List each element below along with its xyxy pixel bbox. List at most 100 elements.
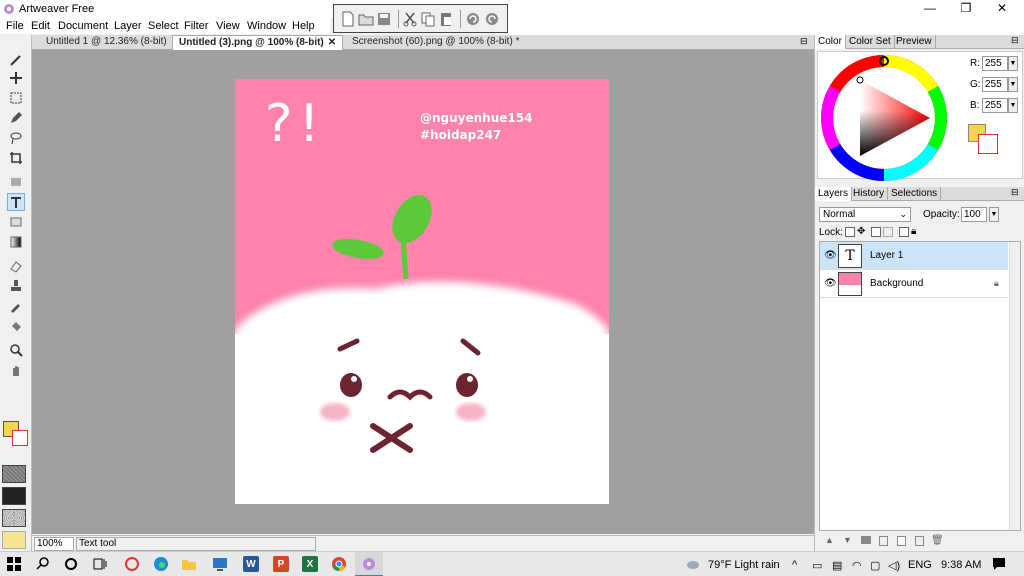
- gradient-tool[interactable]: [7, 233, 25, 251]
- canvas[interactable]: ?! @nguyenhue154 #hoidap247: [235, 79, 609, 504]
- eye-icon[interactable]: 👁︎: [824, 250, 837, 261]
- green-dropdown-icon[interactable]: ▼: [1008, 77, 1018, 92]
- undo-icon[interactable]: [465, 11, 481, 27]
- copy-icon[interactable]: [420, 11, 436, 27]
- layer-row-background[interactable]: 👁︎ Background 🔒︎: [820, 270, 1008, 298]
- network-icon[interactable]: ▤: [832, 559, 842, 572]
- blend-mode-select[interactable]: Normal ⌄: [819, 207, 911, 222]
- volume-icon[interactable]: ◁): [888, 559, 900, 572]
- battery-icon[interactable]: ▭: [812, 559, 822, 572]
- rectangle-select-tool[interactable]: [7, 89, 25, 107]
- powerpoint-icon[interactable]: P: [273, 556, 289, 572]
- new-file-icon[interactable]: [340, 11, 356, 27]
- tab-preview[interactable]: Preview: [893, 35, 936, 49]
- green-value-field[interactable]: 255: [982, 77, 1008, 92]
- menu-document[interactable]: Document: [58, 20, 108, 32]
- eyedropper-tool[interactable]: [7, 297, 25, 315]
- tab-selections[interactable]: Selections: [888, 187, 942, 201]
- maximize-button[interactable]: ❐: [948, 0, 984, 18]
- word-icon[interactable]: W: [243, 556, 259, 572]
- chrome-icon[interactable]: [331, 556, 347, 572]
- delete-layer-icon[interactable]: 🗑︎: [931, 535, 944, 546]
- menu-view[interactable]: View: [216, 20, 240, 32]
- layer-scrollbar[interactable]: [1009, 242, 1020, 530]
- menu-filter[interactable]: Filter: [184, 20, 208, 32]
- clock[interactable]: 9:38 AM: [941, 559, 981, 571]
- brush-preset-2[interactable]: [2, 487, 26, 505]
- brush-tool[interactable]: [7, 51, 25, 69]
- minimize-button[interactable]: —: [912, 0, 948, 18]
- menu-select[interactable]: Select: [148, 20, 179, 32]
- tab-history[interactable]: History: [850, 187, 889, 201]
- blue-dropdown-icon[interactable]: ▼: [1008, 98, 1018, 113]
- tab-menu-icon[interactable]: ⊟: [800, 36, 808, 47]
- cut-icon[interactable]: [402, 11, 418, 27]
- stamp-tool[interactable]: [7, 173, 25, 191]
- show-hidden-icons-icon[interactable]: ^: [792, 559, 797, 571]
- secondary-color-swatch[interactable]: [12, 430, 28, 446]
- menu-file[interactable]: File: [6, 20, 24, 32]
- layer-style-icon[interactable]: [861, 536, 871, 544]
- menu-edit[interactable]: Edit: [31, 20, 50, 32]
- lock-all-checkbox[interactable]: [899, 227, 909, 237]
- new-group-icon[interactable]: [879, 536, 888, 546]
- close-button[interactable]: ✕: [984, 0, 1020, 18]
- notifications-icon[interactable]: [991, 556, 1007, 572]
- open-folder-icon[interactable]: [358, 11, 374, 27]
- lock-position-checkbox[interactable]: [871, 227, 881, 237]
- eye-icon[interactable]: 👁︎: [824, 278, 837, 289]
- tab-color-set[interactable]: Color Set: [846, 35, 895, 49]
- tab-screenshot-60[interactable]: Screenshot (60).png @ 100% (8-bit) *: [346, 35, 525, 50]
- zoom-tool[interactable]: [7, 341, 25, 359]
- tab-untitled-1[interactable]: Untitled 1 @ 12.36% (8-bit): [40, 35, 173, 50]
- redo-icon[interactable]: [484, 11, 500, 27]
- zoom-field[interactable]: 100%: [34, 537, 74, 551]
- monitor-icon[interactable]: ▢: [870, 559, 880, 572]
- brush-preset-4[interactable]: [2, 531, 26, 549]
- crop-tool[interactable]: [7, 149, 25, 167]
- desktop-app-icon[interactable]: [212, 556, 228, 572]
- menu-layer[interactable]: Layer: [114, 20, 142, 32]
- lasso-tool[interactable]: [7, 129, 25, 147]
- excel-icon[interactable]: X: [302, 556, 318, 572]
- task-view-icon[interactable]: [92, 556, 108, 572]
- color-wheel[interactable]: [820, 54, 948, 182]
- recovery-app-icon[interactable]: [124, 556, 140, 572]
- duplicate-layer-icon[interactable]: [915, 536, 924, 546]
- wifi-icon[interactable]: ◠: [852, 559, 862, 572]
- tab-close-icon[interactable]: ✕: [328, 37, 336, 48]
- blue-value-field[interactable]: 255: [982, 98, 1008, 113]
- paste-icon[interactable]: [438, 11, 454, 27]
- red-dropdown-icon[interactable]: ▼: [1008, 56, 1018, 71]
- eraser-tool[interactable]: [7, 257, 25, 275]
- artweaver-taskbar-button[interactable]: [355, 552, 383, 576]
- clone-stamp-tool[interactable]: [7, 277, 25, 295]
- red-value-field[interactable]: 255: [982, 56, 1008, 71]
- search-icon[interactable]: [35, 556, 51, 572]
- opacity-dropdown-icon[interactable]: ▼: [989, 207, 999, 222]
- file-explorer-icon[interactable]: [181, 556, 197, 572]
- cortana-icon[interactable]: [63, 556, 79, 572]
- tab-layers[interactable]: Layers: [815, 187, 853, 201]
- color-swatches[interactable]: [3, 421, 29, 447]
- menu-window[interactable]: Window: [247, 20, 286, 32]
- brush-preset-1[interactable]: [2, 465, 26, 483]
- text-tool[interactable]: [7, 193, 25, 211]
- menu-help[interactable]: Help: [292, 20, 315, 32]
- weather-text[interactable]: 79°F Light rain: [708, 559, 780, 571]
- lock-transparency-checkbox[interactable]: [845, 227, 855, 237]
- panel-menu-icon[interactable]: ⊟: [1011, 35, 1019, 46]
- windows-start-icon[interactable]: [6, 556, 22, 572]
- layers-panel-menu-icon[interactable]: ⊟: [1011, 187, 1019, 198]
- tab-untitled-3[interactable]: Untitled (3).png @ 100% (8-bit) ✕: [172, 35, 344, 50]
- fill-tool[interactable]: [7, 317, 25, 335]
- edge-browser-icon[interactable]: [153, 556, 169, 572]
- brush-preset-3[interactable]: [2, 509, 26, 527]
- save-icon[interactable]: [376, 11, 392, 27]
- language-indicator[interactable]: ENG: [908, 559, 932, 571]
- new-layer-icon[interactable]: [897, 536, 906, 546]
- pencil-tool[interactable]: [7, 109, 25, 127]
- opacity-field[interactable]: 100: [961, 207, 987, 222]
- shape-tool[interactable]: [7, 213, 25, 231]
- move-layer-down-icon[interactable]: ▼: [843, 535, 852, 545]
